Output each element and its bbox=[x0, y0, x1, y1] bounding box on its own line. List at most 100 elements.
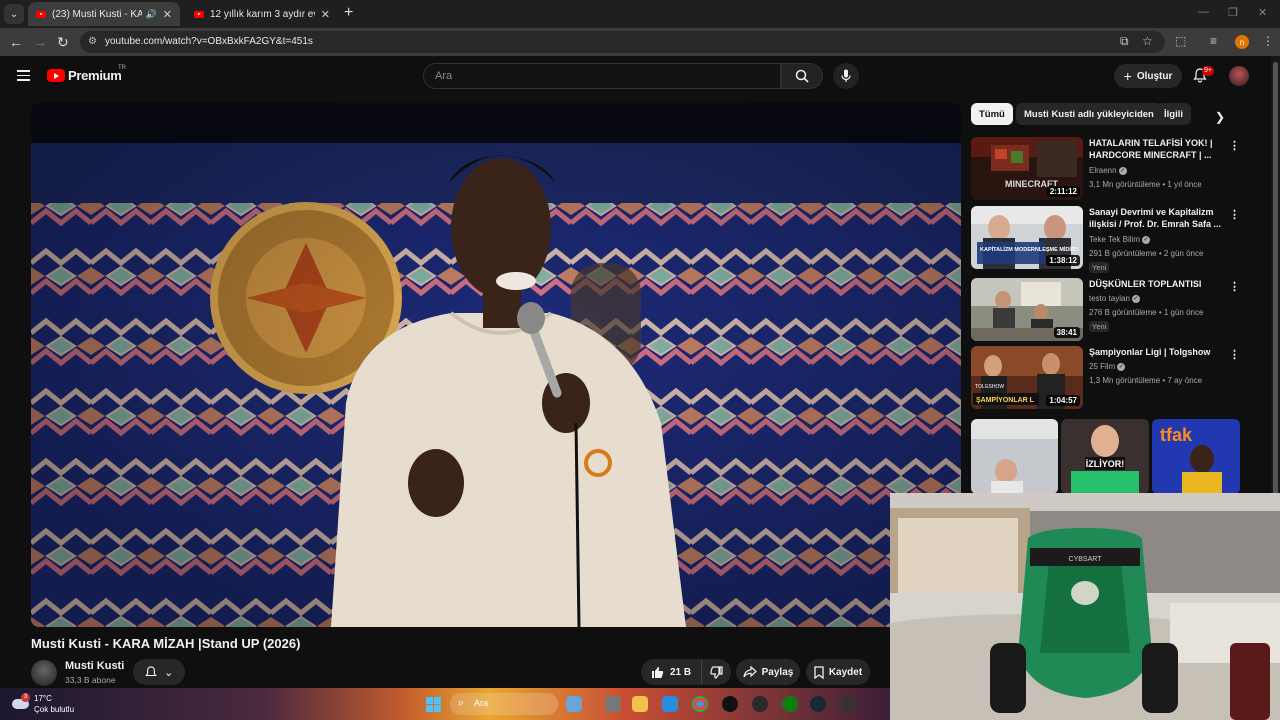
task-view-icon[interactable] bbox=[605, 696, 621, 712]
video-thumbnail[interactable]: 38:41 bbox=[971, 278, 1083, 341]
account-avatar[interactable] bbox=[1229, 66, 1249, 86]
speaker-icon[interactable]: 🔊 bbox=[146, 9, 157, 20]
media-control-icon[interactable]: ≡ bbox=[1210, 34, 1217, 48]
save-label: Kaydet bbox=[828, 666, 863, 678]
browser-tab-strip: ⌄ (23) Musti Kusti - KARA MİZ 🔊 ✕ 12 yıl… bbox=[0, 0, 1280, 28]
tab-title: (23) Musti Kusti - KARA MİZ bbox=[52, 8, 142, 20]
channel-name-text: Elraenn bbox=[1089, 166, 1117, 175]
minimize-window-icon[interactable]: — bbox=[1198, 6, 1209, 18]
video-thumbnail[interactable]: MINECRAFT 2:11:12 bbox=[971, 137, 1083, 200]
recommendation-title: HATALARIN TELAFİSİ YOK! | HARDCORE MINEC… bbox=[1089, 138, 1213, 160]
channel-avatar[interactable] bbox=[31, 660, 57, 686]
steam-icon[interactable] bbox=[810, 696, 826, 712]
short-thumbnail[interactable]: İZLİYOR! bbox=[1061, 419, 1149, 494]
more-actions-icon[interactable]: ⋮ bbox=[1229, 280, 1240, 293]
chip-all[interactable]: Tümü bbox=[971, 103, 1013, 125]
video-thumbnail[interactable]: KAPİTALİZM MODERNLEŞME MİDİR? 1:38:12 bbox=[971, 206, 1083, 269]
short-caption: İZLİYOR! bbox=[1086, 459, 1125, 469]
temperature-text: 17°C bbox=[34, 694, 52, 703]
verified-badge-icon: ✓ bbox=[1141, 235, 1150, 244]
windows-start-icon[interactable] bbox=[426, 697, 441, 712]
share-icon bbox=[743, 666, 757, 678]
search-button[interactable] bbox=[781, 63, 823, 89]
voice-search-button[interactable] bbox=[833, 63, 859, 89]
country-code: TR bbox=[118, 65, 126, 71]
create-label: Oluştur bbox=[1136, 70, 1173, 82]
browser-menu-icon[interactable]: ⋮ bbox=[1262, 34, 1274, 48]
search-input[interactable]: Ara bbox=[423, 63, 781, 89]
like-button[interactable]: 21 B bbox=[641, 659, 703, 685]
close-tab-icon[interactable]: ✕ bbox=[321, 8, 330, 21]
recommendation-meta: 291 B görüntüleme • 2 gün önce bbox=[1089, 249, 1204, 258]
recommendation-item[interactable]: MINECRAFT 2:11:12 HATALARIN TELAFİSİ YOK… bbox=[971, 137, 1246, 201]
chip-related[interactable]: İlgili bbox=[1156, 103, 1191, 125]
bookmark-icon bbox=[814, 665, 824, 679]
recommendation-item[interactable]: KAPİTALİZM MODERNLEŞME MİDİR? 1:38:12 Sa… bbox=[971, 206, 1246, 273]
browser-toolbar: ← → ↻ ⚙ youtube.com/watch?v=OBxBxkFA2GY&… bbox=[0, 28, 1280, 56]
thumbs-up-icon bbox=[652, 666, 664, 678]
store-icon[interactable] bbox=[662, 696, 678, 712]
back-arrow-icon[interactable]: ← bbox=[9, 34, 23, 50]
close-window-icon[interactable]: ✕ bbox=[1258, 6, 1267, 19]
new-badge: Yeni bbox=[1089, 321, 1110, 332]
obs-icon[interactable] bbox=[752, 696, 768, 712]
browser-tab-youtube-video[interactable]: (23) Musti Kusti - KARA MİZ 🔊 ✕ bbox=[28, 2, 180, 26]
channel-name[interactable]: Musti Kusti bbox=[65, 660, 124, 672]
youtube-header: Premium TR Ara + Oluştur 9+ bbox=[0, 56, 1270, 96]
restore-window-icon[interactable]: ❐ bbox=[1228, 6, 1238, 19]
plus-icon: + bbox=[1123, 68, 1132, 84]
tab-search-button[interactable]: ⌄ bbox=[4, 4, 24, 24]
create-button[interactable]: + Oluştur bbox=[1114, 64, 1182, 88]
verified-badge-icon: ✓ bbox=[1131, 294, 1140, 303]
short-thumbnail[interactable] bbox=[971, 419, 1058, 494]
recommendation-meta: 1,3 Mn görüntüleme • 7 ay önce bbox=[1089, 376, 1203, 385]
cast-icon[interactable]: ⧉ bbox=[1120, 34, 1129, 49]
subscription-bell-button[interactable]: ⌄ bbox=[133, 659, 185, 685]
obs-studio-icon[interactable] bbox=[840, 696, 856, 712]
bell-icon bbox=[144, 665, 157, 676]
chip-from-uploader[interactable]: Musti Kusti adlı yükleyiciden bbox=[1016, 103, 1162, 125]
xbox-icon[interactable] bbox=[782, 696, 798, 712]
dislike-button[interactable] bbox=[702, 665, 731, 679]
new-tab-button[interactable]: + bbox=[344, 4, 353, 22]
more-actions-icon[interactable]: ⋮ bbox=[1229, 139, 1240, 152]
close-tab-icon[interactable]: ✕ bbox=[163, 8, 172, 21]
file-explorer-icon[interactable] bbox=[632, 696, 648, 712]
chevron-right-icon[interactable]: ❯ bbox=[1215, 110, 1225, 124]
video-player[interactable] bbox=[31, 103, 961, 627]
recommendation-channel: testo taylan ✓ bbox=[1089, 294, 1140, 303]
video-thumbnail[interactable]: TOLGSHOW ŞAMPİYONLAR L 1:04:57 bbox=[971, 346, 1083, 409]
bookmark-star-icon[interactable]: ☆ bbox=[1142, 34, 1153, 48]
recommendation-meta: 276 B görüntüleme • 1 gün önce bbox=[1089, 308, 1204, 317]
profile-avatar[interactable]: n bbox=[1235, 35, 1249, 49]
app-g-icon[interactable] bbox=[722, 696, 738, 712]
channel-name-text: 25 Film bbox=[1089, 362, 1116, 371]
menu-icon[interactable] bbox=[17, 70, 30, 81]
address-bar[interactable]: ⚙ youtube.com/watch?v=OBxBxkFA2GY&t=451s bbox=[80, 31, 1165, 53]
recommendation-item[interactable]: TOLGSHOW ŞAMPİYONLAR L 1:04:57 Şampiyonl… bbox=[971, 346, 1246, 410]
extensions-icon[interactable]: ⬚ bbox=[1175, 34, 1186, 48]
thumbs-down-icon bbox=[710, 665, 723, 679]
video-duration: 1:38:12 bbox=[1046, 255, 1080, 266]
more-actions-icon[interactable]: ⋮ bbox=[1229, 348, 1240, 361]
chrome-icon[interactable] bbox=[692, 696, 708, 712]
like-dislike-group: 21 B bbox=[641, 659, 731, 685]
short-thumbnail[interactable]: tfak bbox=[1152, 419, 1240, 494]
forward-arrow-icon[interactable]: → bbox=[33, 34, 47, 50]
share-button[interactable]: Paylaş bbox=[736, 659, 800, 685]
taskbar-search[interactable]: ⌕ Ara bbox=[450, 693, 558, 715]
verified-badge-icon: ✓ bbox=[1117, 362, 1126, 371]
webcam-overlay: CYBSART bbox=[890, 493, 1280, 720]
recommendation-item[interactable]: 38:41 DÜŞKÜNLER TOPLANTISI testo taylan ✓… bbox=[971, 278, 1246, 342]
video-duration: 2:11:12 bbox=[1046, 186, 1080, 197]
scrollbar-thumb[interactable] bbox=[1273, 62, 1278, 498]
site-info-icon[interactable]: ⚙ bbox=[88, 36, 97, 47]
widget-app-icon[interactable] bbox=[566, 696, 582, 712]
save-button[interactable]: Kaydet bbox=[806, 659, 870, 685]
more-actions-icon[interactable]: ⋮ bbox=[1229, 208, 1240, 221]
browser-tab-other-video[interactable]: 12 yıllık karım 3 aydır evden ka ✕ bbox=[186, 2, 338, 26]
reload-icon[interactable]: ↻ bbox=[57, 34, 69, 51]
youtube-premium-logo[interactable]: Premium TR bbox=[47, 65, 126, 83]
thumbnail-caption: ŞAMPİYONLAR L bbox=[976, 396, 1035, 404]
recommendation-channel: 25 Film ✓ bbox=[1089, 362, 1126, 371]
